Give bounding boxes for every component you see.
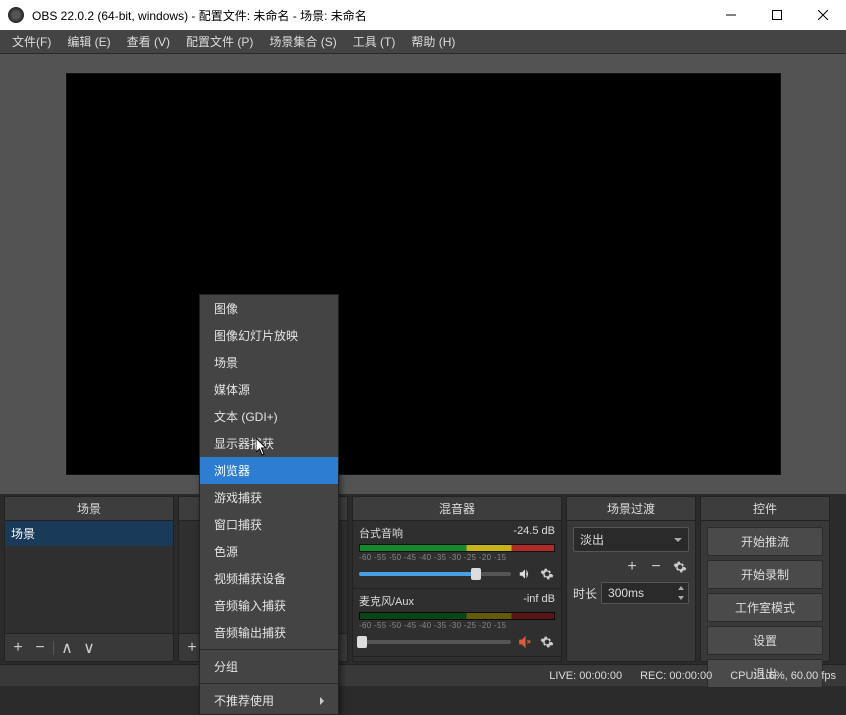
ctx-item-scene[interactable]: 场景	[200, 349, 338, 376]
ctx-item-image[interactable]: 图像	[200, 295, 338, 322]
dock-mixer: 混音器 台式音响 -24.5 dB -60 -55 -50 -45 -40 -3…	[352, 496, 562, 662]
studio-mode-button[interactable]: 工作室模式	[707, 593, 823, 622]
start-record-button[interactable]: 开始录制	[707, 560, 823, 589]
minimize-button[interactable]	[708, 0, 754, 30]
ctx-item-display-capture[interactable]: 显示器捕获	[200, 430, 338, 457]
scene-up-button[interactable]: ∧	[58, 639, 76, 657]
mixer-volume-slider[interactable]	[359, 572, 511, 576]
menu-profile[interactable]: 配置文件 (P)	[178, 29, 261, 54]
speaker-muted-icon[interactable]	[517, 634, 533, 650]
mixer-volume-slider[interactable]	[359, 640, 511, 644]
settings-button[interactable]: 设置	[707, 626, 823, 655]
mixer-channel-desktop: 台式音响 -24.5 dB -60 -55 -50 -45 -40 -35 -3…	[353, 521, 561, 589]
maximize-button[interactable]	[754, 0, 800, 30]
ctx-item-audio-input[interactable]: 音频输入捕获	[200, 592, 338, 619]
transition-select[interactable]: 淡出	[573, 527, 689, 552]
status-live: LIVE: 00:00:00	[549, 670, 622, 682]
gear-icon[interactable]	[539, 634, 555, 650]
ctx-item-video-capture[interactable]: 视频捕获设备	[200, 565, 338, 592]
status-rec: REC: 00:00:00	[640, 670, 712, 682]
add-source-context-menu: 图像 图像幻灯片放映 场景 媒体源 文本 (GDI+) 显示器捕获 浏览器 游戏…	[199, 294, 339, 715]
ctx-item-color-source[interactable]: 色源	[200, 538, 338, 565]
mixer-scale: -60 -55 -50 -45 -40 -35 -30 -25 -20 -15	[359, 553, 555, 562]
dock-controls: 控件 开始推流 开始录制 工作室模式 设置 退出	[700, 496, 830, 662]
menu-tools[interactable]: 工具 (T)	[345, 29, 404, 54]
scenes-list[interactable]: 场景	[5, 521, 173, 633]
mixer-body: 台式音响 -24.5 dB -60 -55 -50 -45 -40 -35 -3…	[353, 521, 561, 661]
mixer-channel-name: 台式音响	[359, 525, 403, 541]
ctx-item-browser[interactable]: 浏览器	[200, 457, 338, 484]
menu-file[interactable]: 文件(F)	[4, 29, 59, 54]
ctx-item-game-capture[interactable]: 游戏捕获	[200, 484, 338, 511]
dock-mixer-header: 混音器	[353, 497, 561, 521]
duration-label: 时长	[573, 585, 597, 602]
ctx-item-window-capture[interactable]: 窗口捕获	[200, 511, 338, 538]
window-title: OBS 22.0.2 (64-bit, windows) - 配置文件: 未命名…	[32, 7, 708, 24]
mixer-meter	[359, 612, 555, 620]
dock-transitions-header: 场景过渡	[567, 497, 695, 521]
gear-icon[interactable]	[539, 566, 555, 582]
dock-scenes: 场景 场景 + − ∧ ∨	[4, 496, 174, 662]
menu-view[interactable]: 查看 (V)	[119, 29, 178, 54]
separator	[200, 649, 338, 650]
ctx-item-text-gdi[interactable]: 文本 (GDI+)	[200, 403, 338, 430]
mixer-channel-name: 麦克风/Aux	[359, 593, 414, 609]
close-button[interactable]	[800, 0, 846, 30]
add-scene-button[interactable]: +	[9, 639, 27, 657]
remove-transition-button[interactable]: −	[647, 558, 665, 576]
menu-scene-collection[interactable]: 场景集合 (S)	[261, 29, 344, 54]
preview-canvas[interactable]	[66, 73, 781, 475]
separator	[200, 683, 338, 684]
separator	[53, 641, 54, 655]
mixer-meter	[359, 544, 555, 552]
status-cpu: CPU: 1.6%, 60.00 fps	[730, 670, 836, 682]
transition-settings-button[interactable]	[671, 558, 689, 576]
start-stream-button[interactable]: 开始推流	[707, 527, 823, 556]
speaker-icon[interactable]	[517, 566, 533, 582]
dock-scenes-header: 场景	[5, 497, 173, 521]
mixer-channel-mic: 麦克风/Aux -inf dB -60 -55 -50 -45 -40 -35 …	[353, 589, 561, 657]
dock-transitions: 场景过渡 淡出 + − 时长 300ms	[566, 496, 696, 662]
dock-controls-header: 控件	[701, 497, 829, 521]
preview-area	[0, 54, 846, 494]
scene-item[interactable]: 场景	[5, 521, 173, 546]
menu-edit[interactable]: 编辑 (E)	[59, 29, 118, 54]
submenu-arrow-icon	[320, 697, 324, 705]
scenes-toolbar: + − ∧ ∨	[5, 633, 173, 661]
menu-bar: 文件(F) 编辑 (E) 查看 (V) 配置文件 (P) 场景集合 (S) 工具…	[0, 30, 846, 54]
ctx-item-group[interactable]: 分组	[200, 653, 338, 680]
mixer-channel-db: -inf dB	[523, 593, 555, 609]
mixer-channel-db: -24.5 dB	[513, 525, 555, 541]
ctx-item-audio-output[interactable]: 音频输出捕获	[200, 619, 338, 646]
obs-app-icon	[8, 7, 24, 23]
ctx-item-deprecated[interactable]: 不推荐使用	[200, 687, 338, 714]
ctx-item-media[interactable]: 媒体源	[200, 376, 338, 403]
menu-help[interactable]: 帮助 (H)	[403, 29, 463, 54]
ctx-item-label: 不推荐使用	[214, 692, 274, 709]
duration-input[interactable]: 300ms	[601, 582, 689, 604]
remove-scene-button[interactable]: −	[31, 639, 49, 657]
scene-down-button[interactable]: ∨	[80, 639, 98, 657]
ctx-item-slideshow[interactable]: 图像幻灯片放映	[200, 322, 338, 349]
window-titlebar: OBS 22.0.2 (64-bit, windows) - 配置文件: 未命名…	[0, 0, 846, 30]
add-transition-button[interactable]: +	[623, 558, 641, 576]
mixer-scale: -60 -55 -50 -45 -40 -35 -30 -25 -20 -15	[359, 621, 555, 630]
